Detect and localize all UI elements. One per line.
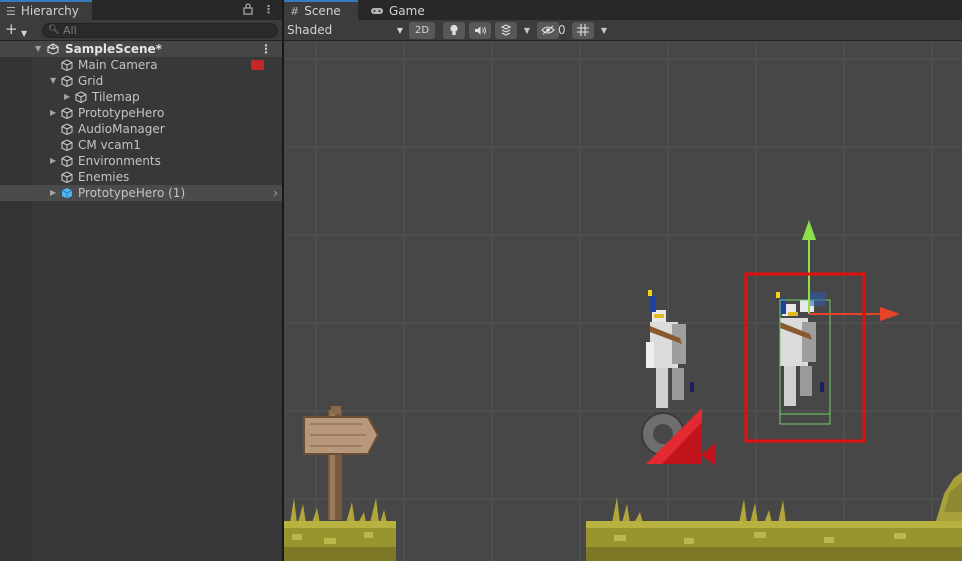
effects-icon (500, 24, 512, 36)
tab-game[interactable]: Game (364, 0, 434, 20)
camera-record-icon (251, 60, 264, 70)
grid-icon: # (290, 4, 300, 18)
hierarchy-item-label: Enemies (78, 170, 130, 184)
audio-toggle-button[interactable] (469, 22, 491, 39)
tab-hierarchy[interactable]: ☰ Hierarchy (0, 0, 92, 20)
fold-arrow-expanded-icon[interactable]: ▼ (35, 41, 41, 57)
hierarchy-panel: ☰ Hierarchy ⋮ + ▼ 🔍︎ All ▼ SampleScene* … (0, 0, 282, 561)
unity-logo-icon (47, 43, 59, 55)
toggle-2d-label: 2D (414, 25, 430, 36)
visibility-icon (541, 25, 555, 35)
gameobject-cube-icon (61, 171, 73, 183)
audio-speaker-icon (474, 26, 486, 35)
visibility-toggle-button[interactable] (537, 22, 559, 39)
fold-arrow-collapsed-icon[interactable]: ▶ (64, 89, 70, 105)
gamepad-icon (371, 8, 383, 14)
shading-mode-value: Shaded (287, 23, 333, 37)
shading-mode-dropdown[interactable]: Shaded ▼ (287, 22, 403, 39)
lighting-bulb-icon (450, 24, 458, 35)
scene-canvas[interactable] (284, 42, 962, 561)
hidden-objects-count: 0 (558, 23, 566, 37)
ground-platform-right[interactable] (586, 521, 962, 561)
open-prefab-chevron-icon[interactable]: › (273, 185, 278, 201)
hierarchy-item-label: AudioManager (78, 122, 165, 136)
scene-panel: # Scene Game Shaded ▼ 2D ▼ 0 ▼ (284, 0, 962, 561)
scene-name: SampleScene* (65, 42, 162, 56)
hierarchy-item-label: PrototypeHero (78, 106, 165, 120)
hierarchy-item[interactable]: ▶ PrototypeHero (0, 105, 282, 121)
hierarchy-item-label: CM vcam1 (78, 138, 141, 152)
hierarchy-item[interactable]: Enemies (0, 169, 282, 185)
fold-arrow-collapsed-icon[interactable]: ▶ (50, 105, 56, 121)
hierarchy-item[interactable]: Main Camera (0, 57, 282, 73)
scene-row[interactable]: ▼ SampleScene* ⋮ (0, 41, 282, 57)
effects-dropdown-chevron-icon[interactable]: ▼ (520, 22, 534, 39)
hierarchy-search-input[interactable]: 🔍︎ All (42, 23, 278, 38)
hierarchy-item[interactable]: CM vcam1 (0, 137, 282, 153)
hierarchy-item[interactable]: AudioManager (0, 121, 282, 137)
kebab-menu-icon[interactable]: ⋮ (263, 3, 274, 16)
lighting-toggle-button[interactable] (443, 22, 465, 39)
gameobject-cube-icon (61, 59, 73, 71)
fold-arrow-collapsed-icon[interactable]: ▶ (50, 153, 56, 169)
lock-icon[interactable] (243, 3, 253, 15)
search-placeholder: All (63, 24, 77, 37)
grid-dropdown-chevron-icon[interactable]: ▼ (597, 22, 611, 39)
gameobject-cube-icon (61, 75, 73, 87)
tab-scene-label: Scene (304, 4, 341, 18)
hierarchy-item[interactable]: ▼ Grid (0, 73, 282, 89)
hierarchy-tree: ▼ SampleScene* ⋮ Main Camera ▼ Grid ▶ Tilema… (0, 41, 282, 201)
prefab-cube-icon (61, 188, 73, 199)
chevron-down-icon: ▼ (21, 29, 28, 38)
hierarchy-item[interactable]: ▶ PrototypeHero (1) › (0, 185, 282, 201)
scene-viewport[interactable] (284, 42, 962, 561)
chevron-down-icon: ▼ (396, 26, 403, 35)
plus-icon: + (5, 20, 18, 38)
hierarchy-tabbar: ☰ Hierarchy ⋮ (0, 0, 282, 20)
fold-arrow-expanded-icon[interactable]: ▼ (50, 73, 56, 89)
fold-arrow-collapsed-icon[interactable]: ▶ (50, 185, 56, 201)
gameobject-cube-icon (61, 139, 73, 151)
hierarchy-item[interactable]: ▶ Tilemap (0, 89, 282, 105)
tab-hierarchy-label: Hierarchy (20, 4, 79, 18)
hierarchy-item-label: Environments (78, 154, 161, 168)
scene-menu-icon[interactable]: ⋮ (260, 41, 272, 57)
list-icon: ☰ (6, 4, 16, 18)
create-add-button[interactable]: + ▼ (5, 22, 33, 39)
hierarchy-item-label: Main Camera (78, 58, 158, 72)
scene-toolbar: Shaded ▼ 2D ▼ 0 ▼ (284, 20, 962, 41)
grid-snap-icon (577, 24, 589, 36)
scene-tabbar: # Scene Game (284, 0, 962, 20)
hierarchy-item-label: PrototypeHero (1) (78, 186, 186, 200)
grid-snap-toggle-button[interactable] (572, 22, 594, 39)
ground-platform-left[interactable] (284, 521, 396, 561)
gameobject-cube-icon (61, 123, 73, 135)
search-icon: 🔍︎ (48, 25, 60, 35)
hierarchy-item-label: Grid (78, 74, 104, 88)
gameobject-cube-icon (75, 91, 87, 103)
tab-game-label: Game (389, 4, 425, 18)
effects-toggle-button[interactable] (495, 22, 517, 39)
hierarchy-item[interactable]: ▶ Environments (0, 153, 282, 169)
gameobject-cube-icon (61, 107, 73, 119)
toggle-2d-button[interactable]: 2D (409, 22, 435, 39)
hierarchy-toolbar: + ▼ 🔍︎ All (0, 20, 282, 41)
tab-scene[interactable]: # Scene (284, 0, 358, 20)
hierarchy-item-label: Tilemap (92, 90, 140, 104)
gameobject-cube-icon (61, 155, 73, 167)
